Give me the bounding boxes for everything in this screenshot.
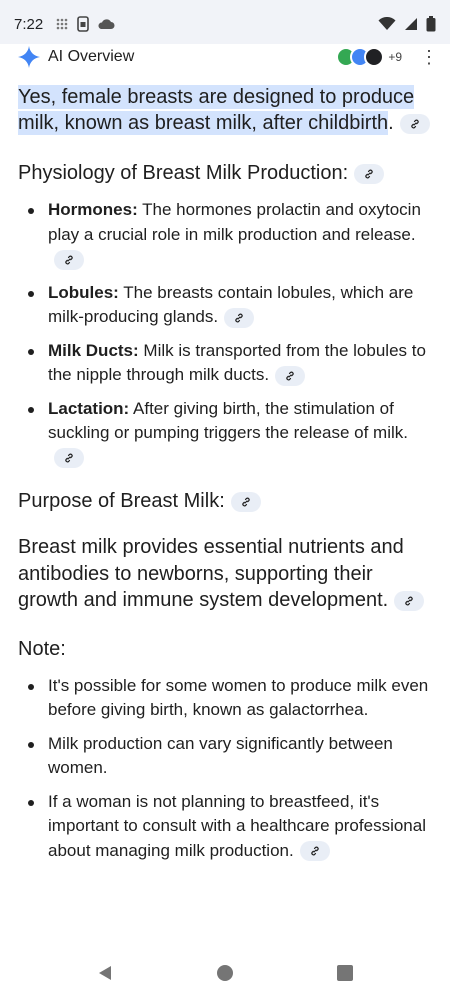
answer-summary: Yes, female breasts are designed to prod… [18,84,430,136]
cloud-icon [98,19,115,29]
list-item: Lactation: After giving birth, the stimu… [18,397,430,471]
battery-icon [426,16,436,32]
list-item: Milk production can vary significantly b… [18,732,430,781]
link-icon[interactable] [54,249,84,270]
highlighted-answer: Yes, female breasts are designed to prod… [18,85,415,135]
back-triangle-icon[interactable] [96,964,114,982]
note-list: It's possible for some women to produce … [18,674,430,864]
link-icon[interactable] [275,365,306,386]
wifi-icon [378,17,396,30]
cell-signal-icon [405,18,417,30]
link-icon[interactable] [399,113,430,134]
source-avatar [364,47,385,67]
list-item: Hormones: The hormones prolactin and oxy… [18,198,430,272]
list-item: Milk Ducts: Milk is transported from the… [18,339,430,388]
status-bar: 7:22 [0,0,450,48]
link-icon[interactable] [354,163,385,184]
link-icon[interactable] [224,307,255,328]
note-title: Note: [18,637,66,660]
physiology-list: Hormones: The hormones prolactin and oxy… [18,198,430,470]
link-icon[interactable] [54,448,84,469]
home-circle-icon[interactable] [216,964,234,982]
purpose-paragraph: Breast milk provides essential nutrients… [18,534,430,614]
ai-overview-content: Yes, female breasts are designed to prod… [18,84,430,872]
link-icon[interactable] [230,491,261,512]
sim-card-icon [77,16,90,32]
link-icon[interactable] [394,590,425,611]
grid-dots-icon [56,18,68,30]
ai-overview-header: AI Overview +9 ⋮ [0,44,450,70]
more-options-icon[interactable]: ⋮ [420,47,438,68]
recents-square-icon[interactable] [336,964,354,982]
link-icon[interactable] [299,841,330,862]
list-item: If a woman is not planning to breastfeed… [18,790,430,864]
list-item: Lobules: The breasts contain lobules, wh… [18,281,430,330]
ai-overview-title: AI Overview [48,48,135,65]
navigation-bar [0,946,450,1000]
list-item: It's possible for some women to produce … [18,674,430,723]
physiology-title: Physiology of Breast Milk Production: [18,160,430,186]
status-time: 7:22 [14,15,44,33]
source-count: +9 [388,50,402,64]
source-avatars[interactable]: +9 [336,47,402,67]
gemini-star-icon [18,46,40,68]
purpose-title: Purpose of Breast Milk: [18,488,430,514]
